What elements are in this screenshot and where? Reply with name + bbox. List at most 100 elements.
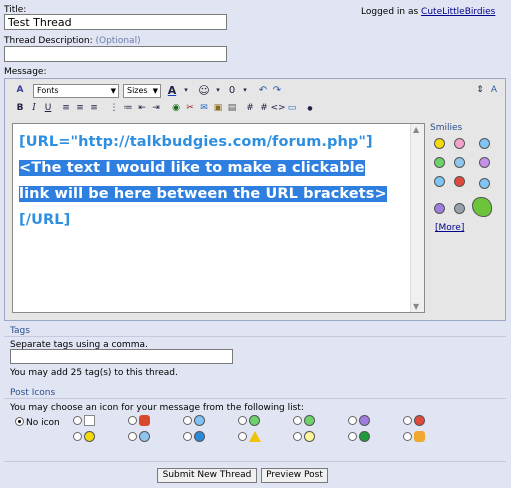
message-line-4: [/URL] — [19, 212, 71, 228]
scroll-down-icon[interactable]: ▼ — [413, 302, 419, 311]
message-textarea[interactable]: [URL="http://talkbudgies.com/forum.php"]… — [12, 123, 425, 313]
no-icon-label: No icon — [26, 418, 60, 428]
php-icon[interactable]: ▭ — [285, 101, 299, 115]
align-center-icon[interactable]: ≡ — [73, 101, 87, 115]
smile-post-icon — [194, 415, 205, 426]
italic-icon[interactable]: I — [27, 101, 41, 115]
html-icon[interactable]: <> — [270, 101, 285, 115]
tags-title: Tags — [10, 326, 30, 336]
bold-icon[interactable]: B — [13, 101, 27, 115]
tags-input[interactable] — [10, 349, 233, 364]
smile-icon[interactable] — [434, 138, 445, 149]
happy-post-icon — [84, 431, 95, 442]
biggrin-post-icon — [359, 415, 370, 426]
preview-post-button[interactable]: Preview Post — [261, 468, 328, 483]
insert-email-icon[interactable]: ✉ — [197, 101, 211, 115]
mad-post-icon — [414, 415, 425, 426]
smilie-menu-icon[interactable]: ☺ — [197, 83, 211, 97]
align-right-icon[interactable]: ≡ — [87, 101, 101, 115]
grin-icon[interactable] — [434, 157, 445, 168]
login-status: Logged in as CuteLittleBirdies — [361, 7, 495, 17]
smilies-panel: Smilies [More] — [430, 123, 502, 233]
icon-radio-smile[interactable] — [183, 416, 192, 425]
text-color-icon[interactable]: A — [165, 83, 179, 97]
scroll-up-icon[interactable]: ▲ — [413, 125, 419, 134]
lightbulb-icon — [304, 431, 315, 442]
no-icon-radio[interactable] — [15, 417, 24, 426]
switch-mode-icon[interactable]: A — [13, 83, 27, 97]
insert-image-icon[interactable]: ▣ — [211, 101, 225, 115]
font-select-arrow-icon: ▼ — [110, 87, 116, 95]
size-select[interactable]: Sizes ▼ — [123, 84, 161, 98]
text-color-dropdown-icon[interactable]: ▾ — [179, 83, 193, 97]
attachment-dropdown-icon[interactable]: ▾ — [238, 83, 252, 97]
outdent-icon[interactable]: ⇤ — [135, 101, 149, 115]
code-icon[interactable]: # — [257, 101, 271, 115]
message-line-3: link will be here between the URL bracke… — [19, 186, 387, 202]
optional-note: (Optional) — [95, 36, 141, 46]
post-icons-hint: You may choose an icon for your message … — [10, 403, 304, 413]
rolleyes-icon[interactable] — [434, 203, 445, 214]
smilies-title: Smilies — [430, 123, 463, 133]
insert-video-icon[interactable]: ▤ — [225, 101, 239, 115]
icon-radio-question[interactable] — [183, 432, 192, 441]
confused-icon[interactable] — [479, 178, 490, 189]
remove-link-icon[interactable]: ✂ — [183, 101, 197, 115]
cool-icon[interactable] — [454, 157, 465, 168]
attachment-icon[interactable]: 0 — [225, 83, 239, 97]
smilie-dropdown-icon[interactable]: ▾ — [211, 83, 225, 97]
indent-icon[interactable]: ⇥ — [149, 101, 163, 115]
remove-formatting-icon[interactable]: A — [487, 83, 501, 97]
icon-radio-happy[interactable] — [73, 432, 82, 441]
unordered-list-icon[interactable]: ≔ — [121, 101, 135, 115]
underline-icon[interactable]: U — [41, 101, 55, 115]
icon-radio-mad[interactable] — [403, 416, 412, 425]
title-input[interactable]: Test Thread — [4, 14, 227, 30]
frown-icon[interactable] — [454, 203, 465, 214]
post-icons-title: Post Icons — [10, 388, 56, 398]
biggrin-icon[interactable] — [479, 157, 490, 168]
icon-radio-thumbs-down[interactable] — [128, 416, 137, 425]
icon-radio-grin[interactable] — [293, 416, 302, 425]
size-select-arrow-icon: ▼ — [152, 87, 158, 95]
resize-editor-icon[interactable]: ⇕ — [473, 83, 487, 97]
size-select-value: Sizes — [127, 86, 148, 95]
mad-icon[interactable] — [454, 176, 465, 187]
smilies-more: [More] — [435, 223, 464, 233]
insert-link-icon[interactable]: ◉ — [169, 101, 183, 115]
icon-radio-lightbulb[interactable] — [293, 432, 302, 441]
message-line-1: [URL="http://talkbudgies.com/forum.php"] — [19, 134, 373, 150]
icon-radio-exclamation[interactable] — [238, 432, 247, 441]
submit-new-thread-button[interactable]: Submit New Thread — [157, 468, 257, 483]
message-editor: A Fonts ▼ Sizes ▼ A ▾ ☺ ▾ 0 ▾ ↶ ↷ ⇕ A B I … — [4, 78, 506, 321]
icon-radio-post[interactable] — [73, 416, 82, 425]
textarea-scrollbar[interactable]: ▲ ▼ — [410, 124, 424, 312]
align-left-icon[interactable]: ≡ — [59, 101, 73, 115]
description-input[interactable] — [4, 46, 227, 62]
message-label: Message: — [4, 67, 47, 77]
wink-icon[interactable] — [454, 138, 465, 149]
icon-radio-arrow[interactable] — [348, 432, 357, 441]
arrow-icon — [359, 431, 370, 442]
post-icon — [84, 415, 95, 426]
smilies-more-link[interactable]: [More] — [435, 223, 464, 233]
happy-icon[interactable] — [479, 138, 490, 149]
eek-icon[interactable] — [434, 176, 445, 187]
quote-icon[interactable]: # — [243, 101, 257, 115]
more-options-icon[interactable]: ● — [303, 101, 317, 115]
exclamation-icon — [249, 431, 261, 442]
icon-radio-wink[interactable] — [238, 416, 247, 425]
bottom-divider — [4, 461, 506, 462]
login-prefix: Logged in as — [361, 7, 419, 17]
icon-radio-thumbs-up[interactable] — [403, 432, 412, 441]
font-select[interactable]: Fonts ▼ — [33, 84, 119, 98]
post-icons-divider — [4, 398, 506, 399]
ordered-list-icon[interactable]: ⋮ — [107, 101, 121, 115]
message-content[interactable]: [URL="http://talkbudgies.com/forum.php"]… — [19, 129, 411, 233]
undo-icon[interactable]: ↶ — [256, 83, 270, 97]
redo-icon[interactable]: ↷ — [270, 83, 284, 97]
icon-radio-cool[interactable] — [128, 432, 137, 441]
budgie-icon[interactable] — [472, 197, 492, 217]
icon-radio-biggrin[interactable] — [348, 416, 357, 425]
username-link[interactable]: CuteLittleBirdies — [421, 7, 495, 17]
